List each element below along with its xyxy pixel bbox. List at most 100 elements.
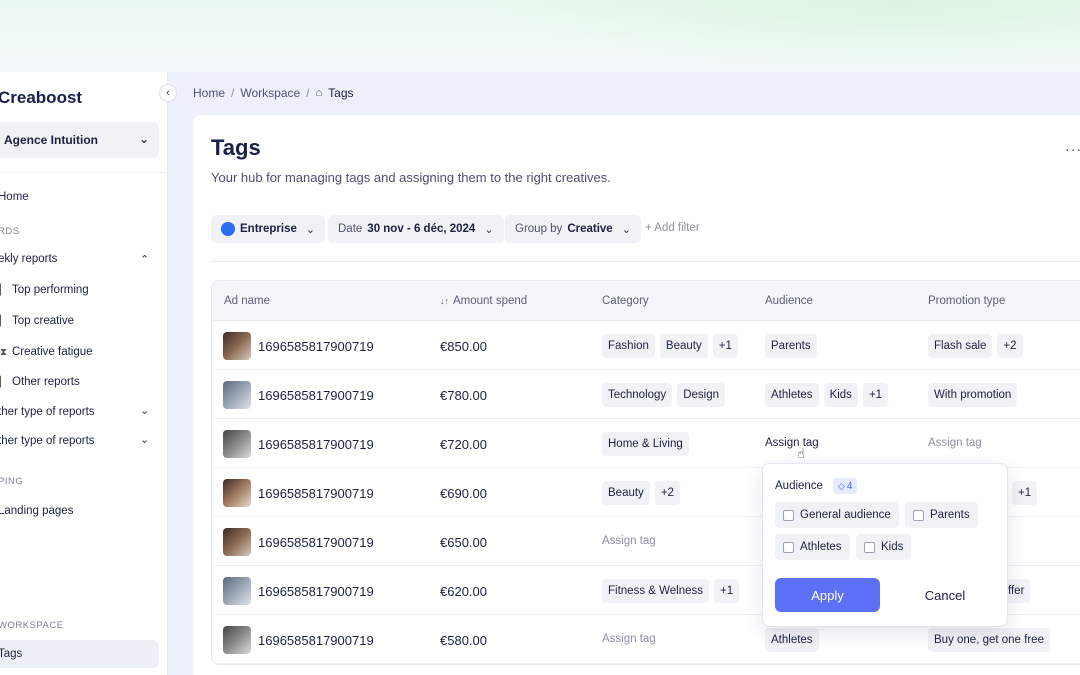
chevron-up-icon[interactable]: ⌃ [140,253,149,266]
tag-more-chip[interactable]: +1 [714,579,740,603]
sidebar-item-label: Landing pages [0,505,74,517]
add-filter-button[interactable]: + Add filter [645,222,700,234]
category-tags: Beauty +2 [602,481,680,505]
sidebar-item-label: ther type of reports [0,435,95,447]
sidebar-item-tags[interactable] [0,640,159,668]
header-ad-name[interactable]: Ad name [224,295,270,307]
ad-thumbnail [223,479,251,507]
chevron-down-icon[interactable]: ⌄ [140,404,149,417]
chevron-down-icon[interactable]: ⌄ [140,433,149,446]
page-title: Tags [211,135,261,160]
sort-icon: ↓↑ [440,296,449,306]
assign-tag-link[interactable]: Assign tag [765,437,819,449]
tag-more-chip[interactable]: +1 [712,334,738,358]
ad-thumbnail [223,332,251,360]
sidebar-item-creative-fatigue[interactable]: ⧗ Creative fatigue [0,346,93,358]
option-label: Athletes [800,541,842,553]
assign-tag-link[interactable]: Assign tag [602,535,656,547]
tag-chip[interactable]: Athletes [765,383,819,407]
workspace-select[interactable]: Agence Intuition ⌄ [0,122,159,158]
sidebar-item-top-creative[interactable]: ▏ Top creative [0,315,74,327]
apply-button[interactable]: Apply [775,578,880,612]
checkbox[interactable] [864,541,875,553]
account-filter[interactable]: Entreprise ⌄ [211,215,326,243]
audience-tag-popover: Audience ◇ 4 General audience Parents At… [762,463,1008,627]
category-tags: Fitness & Welness +1 [602,579,740,603]
tag-chip[interactable]: Fashion [602,334,655,358]
chevron-down-icon: ⌄ [484,223,494,236]
sidebar-item-landing-pages[interactable]: Landing pages [0,505,73,517]
tag-chip[interactable]: Beauty [659,334,708,358]
checkbox[interactable] [913,509,924,521]
tag-chip[interactable]: Buy one, get one free [928,628,1050,652]
chart-icon: ▏ [0,376,8,388]
audience-tags: Athletes Kids +1 [765,383,889,407]
header-amount-spend[interactable]: ↓↑ Amount spend [440,295,527,307]
sidebar-item-other-type-2[interactable]: ther type of reports [0,435,95,447]
tag-chip[interactable]: With promotion [928,383,1018,407]
tag-count-badge: ◇ 4 [833,478,858,494]
tag-chip[interactable]: Beauty [602,481,650,505]
rank-icon: ▏ [0,284,8,296]
table-row[interactable]: 1696585817900719 €850.00 Fashion Beauty … [212,321,1080,370]
option-kids[interactable]: Kids [856,534,912,560]
tag-chip[interactable]: Parents [765,334,817,358]
tag-chip[interactable]: Athletes [765,628,819,652]
sidebar-item-label: Tags [0,648,23,660]
checkbox[interactable] [783,509,794,521]
promotion-tags: Flash sale +2 [928,334,1023,358]
header-category[interactable]: Category [602,295,649,307]
breadcrumb-home[interactable]: Home [193,86,225,100]
sidebar-item-label: ekly reports [0,253,58,265]
date-filter[interactable]: Date 30 nov - 6 déc, 2024 ⌄ [328,215,504,243]
option-parents[interactable]: Parents [905,502,978,528]
ad-name: 1696585817900719 [258,388,374,403]
ad-thumbnail [223,430,251,458]
header-promotion-type[interactable]: Promotion type [928,295,1005,307]
group-by-value: Creative [567,223,613,235]
table-row[interactable]: 1696585817900719 €780.00 Technology Desi… [212,370,1080,419]
header-audience[interactable]: Audience [765,295,813,307]
breadcrumb-workspace[interactable]: Workspace [240,86,300,100]
divider [211,261,1080,262]
amount-spend: €850.00 [440,339,487,354]
chevron-down-icon: ⌄ [305,223,316,236]
page-subtitle: Your hub for managing tags and assigning… [211,170,611,185]
tag-more-chip[interactable]: +1 [862,383,889,407]
tag-chip[interactable]: Fitness & Welness [602,579,710,603]
more-options-icon[interactable]: ··· [1065,141,1080,157]
sidebar-item-home[interactable]: Home [0,191,29,203]
tag-more-chip[interactable]: +2 [997,334,1023,358]
sidebar-item-label: Top creative [12,315,75,327]
workspace-name: Agence Intuition [4,133,98,147]
table-row[interactable]: 1696585817900719 €720.00 Home & Living A… [212,419,1080,468]
assign-tag-link[interactable]: Assign tag [928,437,982,449]
ad-name: 1696585817900719 [258,437,374,452]
option-label: Parents [930,509,970,521]
ad-name: 1696585817900719 [258,486,374,501]
tag-chip[interactable]: Flash sale [928,334,993,358]
tag-more-chip[interactable]: +2 [654,481,680,505]
amount-spend: €650.00 [440,535,487,550]
tag-icon: ⌂ [315,87,323,99]
breadcrumb: Home / Workspace / ⌂ Tags [193,86,354,100]
tag-chip[interactable]: Technology [602,383,673,407]
tag-chip[interactable]: Home & Living [602,432,689,456]
tag-chip[interactable]: Kids [823,383,858,407]
option-athletes[interactable]: Athletes [775,534,850,560]
cancel-button[interactable]: Cancel [905,578,985,612]
collapse-sidebar-button[interactable]: ‹ [159,84,177,102]
sidebar-item-other-reports[interactable]: ▏ Other reports [0,376,80,388]
tag-chip[interactable]: Design [677,383,725,407]
checkbox[interactable] [783,541,794,553]
sidebar-item-label: Creative fatigue [12,346,93,358]
sidebar-item-other-type-1[interactable]: ther type of reports [0,406,95,418]
option-general-audience[interactable]: General audience [775,502,899,528]
popover-title: Audience [775,480,823,492]
sidebar-item-top-performing[interactable]: ▏ Top performing [0,284,89,296]
ad-name: 1696585817900719 [258,535,374,550]
group-by-filter[interactable]: Group by Creative ⌄ [505,215,641,243]
sidebar-item-weekly-reports[interactable]: ekly reports [0,253,57,265]
tag-more-chip[interactable]: +1 [1012,481,1038,505]
assign-tag-link[interactable]: Assign tag [602,633,656,645]
